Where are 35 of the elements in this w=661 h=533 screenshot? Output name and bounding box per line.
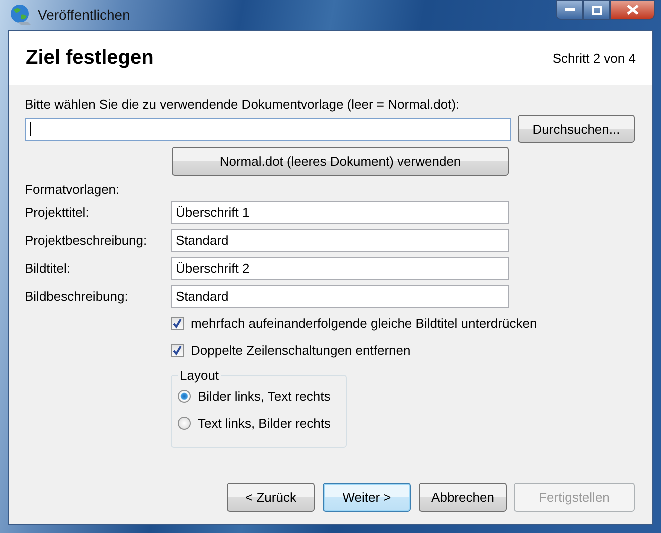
globe-icon (10, 4, 32, 26)
step-counter: Schritt 2 von 4 (552, 50, 636, 66)
checkbox[interactable] (171, 317, 184, 330)
wizard-button[interactable]: < Zurück (227, 483, 315, 512)
style-field[interactable]: Standard (171, 284, 509, 308)
wizard-button[interactable]: Weiter > (323, 483, 411, 512)
checkbox[interactable] (171, 344, 184, 357)
maximize-button[interactable] (583, 0, 610, 20)
page-heading: Ziel festlegen (26, 46, 154, 70)
style-label: Projektbeschreibung: (25, 232, 148, 248)
radio-button[interactable] (178, 390, 191, 403)
wizard-button[interactable]: Abbrechen (419, 483, 507, 512)
template-field[interactable] (25, 118, 511, 140)
style-label: Bildbeschreibung: (25, 288, 130, 304)
browse-button[interactable]: Durchsuchen... (518, 115, 635, 143)
minimize-button[interactable] (556, 0, 583, 20)
style-field[interactable]: Standard (171, 228, 509, 252)
close-button[interactable] (610, 0, 655, 20)
styles-label: Formatvorlagen: (25, 182, 121, 198)
radio-label: Text links, Bilder rechts (198, 416, 331, 431)
group-title: Layout (179, 368, 220, 383)
radio-label: Bilder links, Text rechts (198, 389, 331, 404)
close-icon (626, 5, 638, 15)
style-label: Bildtitel: (25, 260, 72, 276)
style-field[interactable]: Überschrift 1 (171, 200, 509, 224)
use-normal-button[interactable]: Normal.dot (leeres Dokument) verwenden (172, 147, 509, 176)
minimize-icon (564, 8, 574, 12)
checkbox-label: mehrfach aufeinanderfolgende gleiche Bildtitel unterdrücken (191, 316, 538, 331)
template-prompt: Bitte wählen Sie die zu verwendende Dokumentvorlage (leer = Normal.dot): (25, 97, 461, 113)
style-field[interactable]: Überschrift 2 (171, 256, 509, 280)
window-title: Veröffentlichen (38, 7, 130, 23)
radio-button[interactable] (178, 417, 191, 430)
maximize-icon (592, 6, 602, 14)
checkbox-label: Doppelte Zeilenschaltungen entfernen (191, 343, 411, 358)
style-label: Projekttitel: (25, 204, 90, 220)
